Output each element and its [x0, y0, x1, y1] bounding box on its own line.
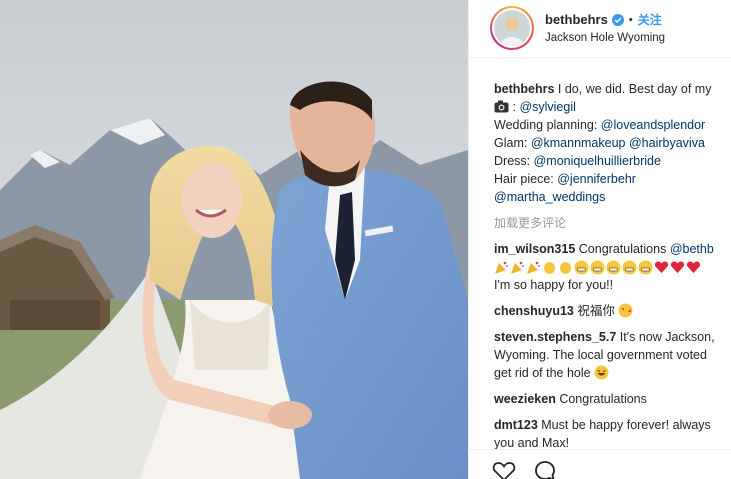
- caption-label: Wedding planning:: [494, 118, 601, 132]
- party-popper-icon: [510, 260, 525, 275]
- caption-line: Hair piece: @jenniferbehr: [494, 170, 731, 188]
- red-heart-icon: [654, 260, 669, 275]
- mention-link[interactable]: @loveandsplendor: [601, 118, 705, 132]
- follow-button[interactable]: 关注: [638, 11, 662, 28]
- comment: im_wilson315 Congratulations @bethb: [494, 240, 731, 258]
- caption-text: I do, we did. Best day of my: [554, 82, 712, 96]
- caption-line: : @sylviegil: [494, 98, 731, 116]
- grinning-face-icon: [590, 260, 605, 275]
- comment-bubble-icon[interactable]: [532, 458, 558, 479]
- mention-link[interactable]: @bethb: [670, 242, 714, 256]
- red-heart-icon: [686, 260, 701, 275]
- caption-line: bethbehrs I do, we did. Best day of my: [494, 80, 731, 98]
- post-header: bethbehrs • 关注 Jackson Hole Wyoming: [469, 0, 731, 58]
- emoji-row: [494, 258, 731, 276]
- heart-icon[interactable]: [491, 458, 517, 479]
- comments-list: bethbehrs I do, we did. Best day of my :…: [494, 80, 731, 452]
- mention-link[interactable]: @martha_weddings: [494, 190, 605, 204]
- caption-label: Dress:: [494, 154, 534, 168]
- username-link[interactable]: bethbehrs: [545, 12, 608, 27]
- comment: steven.stephens_5.7 It's now Jackson,: [494, 328, 731, 346]
- load-more-comments-button[interactable]: 加载更多评论: [494, 214, 731, 232]
- caption-username[interactable]: bethbehrs: [494, 82, 554, 96]
- mention-link[interactable]: @moniquelhuillierbride: [534, 154, 661, 168]
- separator-dot: •: [628, 13, 633, 26]
- comment-text: It's now Jackson,: [616, 330, 715, 344]
- party-popper-icon: [494, 260, 509, 275]
- verified-badge-icon: [611, 13, 624, 26]
- comment-username[interactable]: im_wilson315: [494, 242, 575, 256]
- post-photo[interactable]: [0, 0, 468, 479]
- comment-username[interactable]: steven.stephens_5.7: [494, 330, 616, 344]
- bride-face: [182, 162, 242, 238]
- party-popper-icon: [526, 260, 541, 275]
- comment: chenshuyu13 祝福你: [494, 302, 731, 320]
- comment-text: Must be happy forever! always: [537, 418, 711, 432]
- clapping-hands-icon: [542, 260, 557, 275]
- comment-text: I'm so happy for you!!: [494, 278, 614, 292]
- comment-text: Wyoming. The local government voted: [494, 348, 707, 362]
- caption-line: Dress: @moniquelhuillierbride: [494, 152, 731, 170]
- caption-label: Glam:: [494, 136, 531, 150]
- post-side-panel: bethbehrs • 关注 Jackson Hole Wyoming beth…: [468, 0, 731, 479]
- mention-link[interactable]: @hairbyaviva: [629, 136, 705, 150]
- post-actions-bar: [469, 449, 731, 479]
- red-heart-icon: [670, 260, 685, 275]
- grinning-face-icon: [574, 260, 589, 275]
- mention-link[interactable]: @jenniferbehr: [557, 172, 636, 186]
- comment: get rid of the hole: [494, 364, 731, 382]
- grinning-face-icon: [638, 260, 653, 275]
- caption-label: Hair piece:: [494, 172, 558, 186]
- camera-icon: [494, 100, 509, 113]
- comment: weezieken Congratulations: [494, 390, 731, 408]
- face-blowing-kiss-icon: [618, 303, 633, 318]
- mention-link[interactable]: @sylviegil: [519, 100, 575, 114]
- comment-text: Congratulations: [575, 242, 670, 256]
- laughing-face-icon: [594, 365, 609, 380]
- groom-suit: [271, 168, 468, 479]
- comment-username[interactable]: dmt123: [494, 418, 538, 432]
- caption-line: Wedding planning: @loveandsplendor: [494, 116, 731, 134]
- clapping-hands-icon: [558, 260, 573, 275]
- held-hands: [268, 401, 312, 429]
- grinning-face-icon: [606, 260, 621, 275]
- comment-text: Congratulations: [555, 392, 647, 406]
- comment-text: get rid of the hole: [494, 366, 591, 380]
- grinning-face-icon: [622, 260, 637, 275]
- comment: dmt123 Must be happy forever! always: [494, 416, 731, 434]
- comment-username[interactable]: weezieken: [494, 392, 556, 406]
- comment-username[interactable]: chenshuyu13: [494, 304, 574, 318]
- comment-text: 祝福你: [573, 304, 615, 318]
- mention-link[interactable]: @kmannmakeup: [531, 136, 626, 150]
- avatar[interactable]: [490, 6, 534, 50]
- location-link[interactable]: Jackson Hole Wyoming: [545, 32, 665, 44]
- caption-line: Glam: @kmannmakeup @hairbyaviva: [494, 134, 731, 152]
- caption-line: @martha_weddings: [494, 188, 731, 206]
